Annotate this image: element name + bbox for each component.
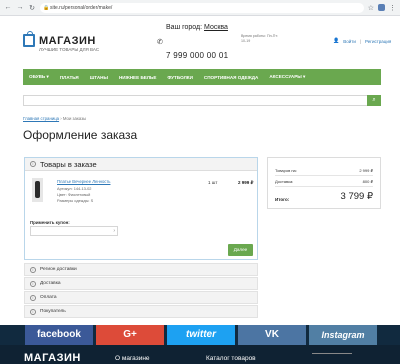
search-button[interactable]: ⌕ [367, 95, 381, 106]
browser-toolbar: ← → ↻ 🔒 site.ru/personal/order/make/ ☆ ⋮ [0, 0, 400, 16]
auth-links: 👤 Войти | Регистрация [333, 38, 391, 44]
social-bar: facebook G+ twitter VK Instagram [0, 325, 400, 345]
color-value: Фиолетовый [67, 192, 91, 197]
user-icon: 👤 [333, 38, 340, 44]
article-value: 144-13-02 [73, 186, 92, 191]
article-label: Артикул: [57, 186, 73, 191]
footer-catalog-link[interactable]: Каталог товаров [206, 355, 256, 362]
total-label: Итого: [275, 197, 290, 202]
order-items-title: Товары в заказе [40, 159, 97, 169]
phone-number[interactable]: 7 999 000 00 01 [166, 51, 228, 60]
page-title: Оформление заказа [23, 128, 138, 142]
delivery-label: Доставка: [275, 179, 294, 184]
extension-icon[interactable] [378, 4, 385, 11]
goods-value: 2 999 ₽ [359, 168, 373, 173]
lock-icon: 🔒 [43, 4, 50, 11]
reload-icon[interactable]: ↻ [28, 4, 36, 12]
breadcrumb: Главная страница › Мои заказы [23, 116, 86, 121]
product-name-link[interactable]: Платье Вечернее Ленность [57, 179, 110, 184]
menu-item-sportswear[interactable]: СПОРТИВНАЯ ОДЕЖДА [204, 75, 258, 80]
delivery-value: 800 ₽ [362, 179, 373, 184]
summary-divider [275, 186, 373, 187]
footer-about-link[interactable]: О магазине [115, 355, 150, 362]
section-delivery[interactable]: i Доставка [24, 277, 258, 290]
menu-item-pants[interactable]: ШТАНЫ [90, 75, 108, 80]
menu-item-shoes[interactable]: ОБУВЬ ▾ [29, 74, 49, 80]
city-selector[interactable]: Ваш город: Москва [166, 24, 228, 31]
url-text: site.ru/personal/order/make/ [50, 4, 113, 11]
section-delivery-region[interactable]: i Регион доставки [24, 263, 258, 276]
instagram-button[interactable]: Instagram [309, 325, 377, 345]
size-label: Размеры одежды: [57, 198, 90, 203]
section-payment[interactable]: i Оплата [24, 291, 258, 304]
product-image[interactable] [32, 178, 43, 202]
breadcrumb-current: Мои заказы [62, 116, 87, 121]
coupon-apply-icon[interactable]: › [113, 228, 115, 234]
register-link[interactable]: Регистрация [365, 39, 391, 44]
info-icon: i [30, 308, 36, 315]
city-label: Ваш город: [166, 24, 203, 31]
coupon-field[interactable]: › [30, 226, 118, 236]
breadcrumb-home[interactable]: Главная страница [23, 116, 59, 121]
menu-item-dresses[interactable]: ПЛАТЬЯ [60, 75, 79, 80]
info-icon: i [30, 266, 36, 273]
summary-goods-row: Товаров на: 2 999 ₽ [275, 168, 373, 173]
product-price: 2 999 ₽ [238, 180, 254, 185]
bookmark-star-icon[interactable]: ☆ [368, 4, 374, 12]
phone-icon: ✆ [157, 39, 163, 46]
main-menu: ОБУВЬ ▾ ПЛАТЬЯ ШТАНЫ НИЖНЕЕ БЕЛЬЕ ФУТБОЛ… [23, 69, 381, 85]
google-plus-button[interactable]: G+ [96, 325, 164, 345]
section-label: Оплата [40, 295, 57, 300]
logo-title: МАГАЗИН [39, 34, 96, 47]
summary-delivery-row: Доставка: 800 ₽ [275, 179, 373, 184]
summary-divider [275, 175, 373, 176]
auth-separator: | [359, 38, 361, 44]
section-label: Покупатель [40, 309, 66, 314]
product-color: Цвет: Фиолетовый [57, 192, 90, 197]
product-quantity: 1 шт [208, 180, 218, 185]
menu-item-underwear[interactable]: НИЖНЕЕ БЕЛЬЕ [119, 75, 156, 80]
goods-label: Товаров на: [275, 168, 297, 173]
order-items-panel: i Товары в заказе Платье Вечернее Леннос… [24, 157, 258, 260]
section-label: Доставка [40, 281, 61, 286]
menu-item-tshirts[interactable]: ФУТБОЛКИ [167, 75, 193, 80]
color-label: Цвет: [57, 192, 67, 197]
product-size: Размеры одежды: S [57, 198, 93, 203]
logo-subtitle: ЛУЧШИЕ ТОВАРЫ ДЛЯ ВАС [39, 47, 100, 52]
size-value: S [90, 198, 94, 203]
site-logo[interactable]: МАГАЗИН ЛУЧШИЕ ТОВАРЫ ДЛЯ ВАС [23, 31, 99, 52]
info-icon: i [30, 294, 36, 301]
order-summary: Товаров на: 2 999 ₽ Доставка: 800 ₽ Итог… [267, 157, 381, 209]
section-label: Регион доставки [40, 267, 77, 272]
address-bar[interactable]: 🔒 site.ru/personal/order/make/ [40, 2, 364, 13]
forward-icon[interactable]: → [16, 4, 24, 11]
login-link[interactable]: Войти [343, 39, 356, 44]
footer-divider [312, 353, 352, 364]
footer-logo[interactable]: МАГАЗИН [24, 352, 81, 364]
breadcrumb-separator: › [60, 116, 62, 121]
search-input[interactable]: ⌕ [23, 95, 381, 106]
site-header: МАГАЗИН ЛУЧШИЕ ТОВАРЫ ДЛЯ ВАС Ваш город:… [0, 16, 400, 68]
total-value: 3 799 ₽ [340, 191, 373, 202]
city-name[interactable]: Москва [204, 24, 228, 31]
facebook-button[interactable]: facebook [25, 325, 93, 345]
shopping-bag-icon [23, 31, 35, 47]
back-icon[interactable]: ← [4, 4, 12, 11]
search-icon: ⌕ [372, 97, 376, 103]
working-hours: Время работы: Пн-Пт: 10-19 [241, 34, 279, 43]
info-icon: i [30, 161, 36, 167]
coupon-label: Применить купон: [30, 220, 70, 225]
browser-menu-icon[interactable]: ⋮ [389, 4, 396, 12]
twitter-button[interactable]: twitter [167, 325, 235, 345]
site-footer: МАГАЗИН О магазине Каталог товаров [0, 345, 400, 364]
vk-button[interactable]: VK [238, 325, 306, 345]
order-items-header[interactable]: i Товары в заказе [25, 158, 257, 171]
section-buyer[interactable]: i Покупатель [24, 305, 258, 318]
info-icon: i [30, 280, 36, 287]
product-article: Артикул: 144-13-02 [57, 186, 91, 191]
next-button[interactable]: Далее [228, 244, 253, 256]
menu-item-accessories[interactable]: АКСЕССУАРЫ ▾ [269, 74, 305, 80]
